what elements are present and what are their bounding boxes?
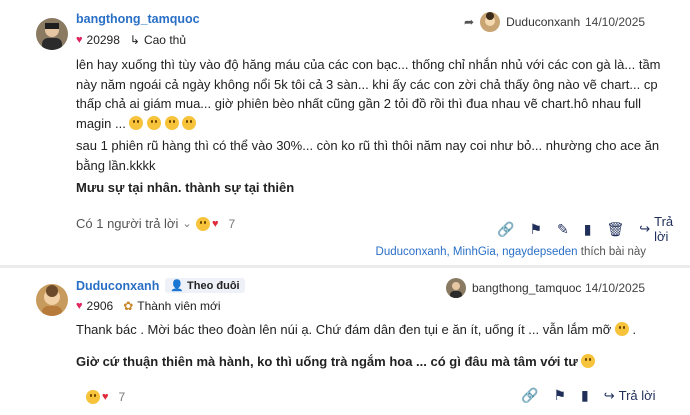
bookmark-icon[interactable]: ▮	[584, 221, 592, 238]
likes-count: 2906	[86, 299, 114, 313]
follow-icon: 👤	[170, 280, 185, 292]
likes-count: 20298	[86, 33, 120, 47]
laughing-emoji	[129, 115, 144, 130]
reply-arrow-icon: ➦	[464, 15, 475, 29]
reply-to-username: bangthong_tamquoc	[472, 281, 582, 295]
post-date: 14/10/2025	[585, 15, 646, 29]
post-quote: Mưu sự tại nhân. thành sự tại thiên	[76, 180, 295, 195]
avatar[interactable]	[36, 18, 68, 50]
reaction-count: 7	[118, 390, 126, 404]
reactions[interactable]: ♥ 7	[196, 217, 235, 231]
reply-button[interactable]: ↪ Trả lời	[604, 388, 656, 404]
rank-label: Cao thủ	[143, 33, 186, 47]
heart-icon: ♥	[76, 34, 83, 46]
link-icon[interactable]: 🔗	[521, 387, 538, 404]
hugging-emoji	[581, 353, 596, 368]
post-paragraph: lên hay xuống thì tùy vào độ hăng máu củ…	[76, 57, 661, 131]
laughing-emoji-icon	[196, 217, 210, 231]
heart-icon: ♥	[76, 300, 83, 312]
post-1: bangthong_tamquoc ♥ 20298 ↳ Cao thủ ➦ Du…	[0, 0, 690, 265]
laughing-emoji	[164, 115, 179, 130]
flag-icon[interactable]: ⚑	[553, 387, 566, 404]
user-meta: ♥ 2906 ✿ Thành viên mới	[76, 299, 221, 313]
user-header: Duduconxanh 👤 Theo đuôi	[76, 278, 245, 293]
laughing-emoji	[182, 115, 197, 130]
flag-icon[interactable]: ⚑	[529, 221, 542, 238]
post-paragraph: sau 1 phiên rũ hàng thì có thể vào 30%..…	[76, 138, 660, 173]
heart-icon: ♥	[102, 391, 109, 403]
reply-to[interactable]: bangthong_tamquoc	[446, 278, 581, 298]
post-date: 14/10/2025	[585, 281, 646, 295]
heart-icon: ♥	[212, 218, 219, 230]
replies-toggle[interactable]: Có 1 người trả lời ⌄	[76, 216, 192, 231]
reply-to-username: Duduconxanh	[506, 15, 581, 29]
reply-icon: ↪	[603, 387, 615, 403]
post-body: Thank bác . Mời bác theo đoàn lên núi ạ.…	[76, 322, 637, 369]
liked-by-users[interactable]: Duduconxanh, MinhGia, ngaydepseden	[376, 246, 578, 258]
username[interactable]: Duduconxanh	[76, 279, 159, 293]
reply-to[interactable]: ➦ Duduconxanh	[464, 12, 580, 32]
post-body: lên hay xuống thì tùy vào độ hăng máu củ…	[76, 55, 666, 201]
rank-icon: ✿	[123, 299, 134, 313]
user-meta: ♥ 20298 ↳ Cao thủ	[76, 33, 186, 47]
follow-badge[interactable]: 👤 Theo đuôi	[165, 278, 245, 293]
reactions[interactable]: ♥ 7	[86, 390, 125, 404]
link-icon[interactable]: 🔗	[497, 221, 514, 238]
rank-icon: ↳	[129, 33, 140, 47]
chevron-down-icon: ⌄	[182, 218, 192, 230]
reply-icon: ↪	[639, 221, 651, 236]
post-2: Duduconxanh 👤 Theo đuôi ♥ 2906 ✿ Thành v…	[0, 268, 690, 415]
laughing-emoji	[147, 115, 162, 130]
laughing-emoji-icon	[86, 390, 100, 404]
username[interactable]: bangthong_tamquoc	[76, 12, 200, 26]
reply-to-avatar	[480, 12, 501, 32]
replies-label: Có 1 người trả lời	[76, 216, 179, 231]
reply-to-avatar	[446, 278, 466, 298]
delete-icon[interactable]: 🗑	[606, 221, 624, 238]
post-actions: 🔗 ⚑ ▮ ↪ Trả lời	[521, 387, 656, 404]
confounded-emoji	[614, 322, 629, 336]
bookmark-icon[interactable]: ▮	[581, 387, 589, 404]
post-actions: 🔗 ⚑ ✎ ▮ 🗑 ↪ Trả lời	[497, 214, 690, 244]
rank-label: Thành viên mới	[137, 299, 221, 313]
post-paragraph-bold: Giờ cứ thuận thiên mà hành, ko thì uống …	[76, 353, 578, 369]
likes-line: Duduconxanh, MinhGia, ngaydepseden thích…	[375, 246, 646, 258]
post-paragraph: Thank bác . Mời bác theo đoàn lên núi ạ.…	[76, 322, 612, 337]
reply-button[interactable]: ↪ Trả lời	[639, 214, 690, 244]
reaction-count: 7	[228, 217, 236, 231]
avatar[interactable]	[36, 284, 68, 316]
edit-icon[interactable]: ✎	[557, 221, 569, 238]
